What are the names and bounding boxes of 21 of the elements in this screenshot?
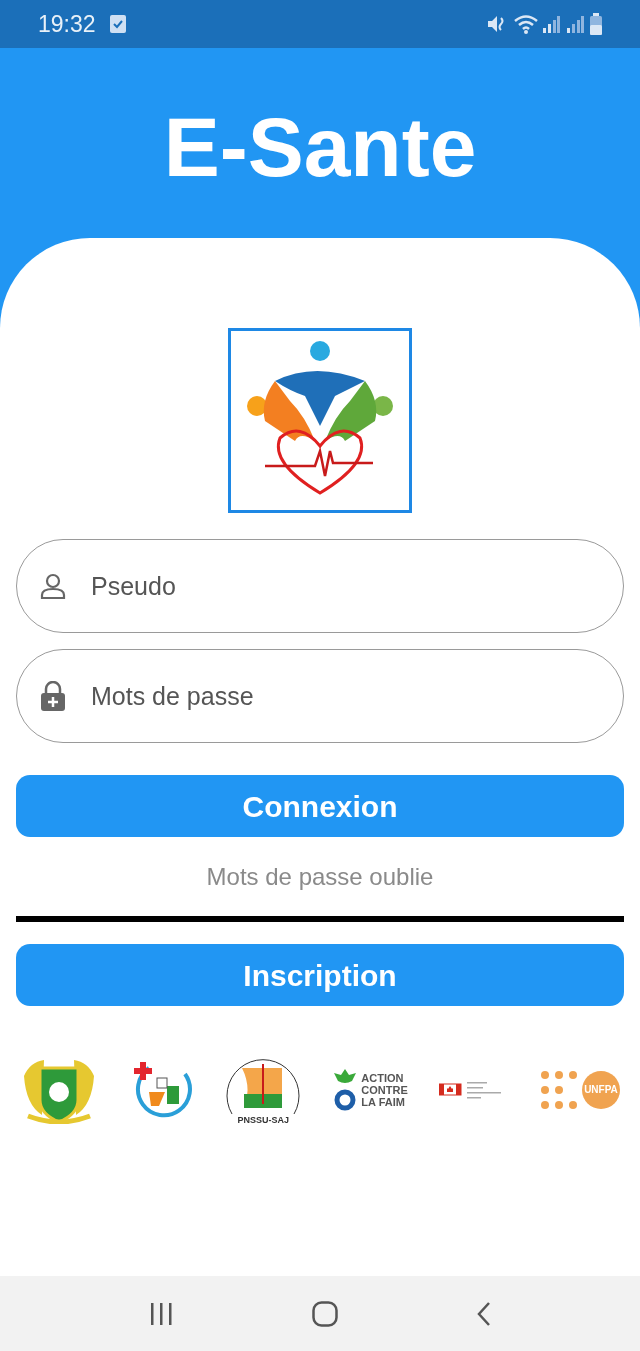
- connexion-button[interactable]: Connexion: [16, 775, 624, 837]
- inscription-button[interactable]: Inscription: [16, 944, 624, 1006]
- checkbox-notification-icon: [109, 15, 126, 33]
- status-time: 19:32: [38, 9, 96, 39]
- home-icon[interactable]: [312, 1300, 338, 1327]
- dot-grid-logo-icon: [540, 1069, 580, 1110]
- pnssu-logo-text: PNSSU-SAJ: [237, 1116, 289, 1125]
- action-contre-la-faim-logo-text: ACTION CONTRE LA FAIM: [361, 1071, 408, 1108]
- username-field[interactable]: Pseudo: [16, 539, 624, 633]
- user-icon: [40, 573, 66, 599]
- battery-icon: [590, 13, 602, 35]
- password-field[interactable]: Mots de passe: [16, 649, 624, 743]
- unfpa-logo-text: UNFPA: [582, 1070, 620, 1109]
- lock-icon: [40, 681, 66, 711]
- back-icon[interactable]: [476, 1301, 491, 1326]
- recent-apps-icon[interactable]: [149, 1302, 174, 1325]
- app-title: E-Sante: [163, 99, 477, 189]
- wifi-icon: [514, 14, 540, 34]
- signal-icon: [542, 14, 560, 34]
- forgot-password-link[interactable]: Mots de passe oublie: [206, 865, 434, 889]
- signal-icon: [566, 14, 584, 34]
